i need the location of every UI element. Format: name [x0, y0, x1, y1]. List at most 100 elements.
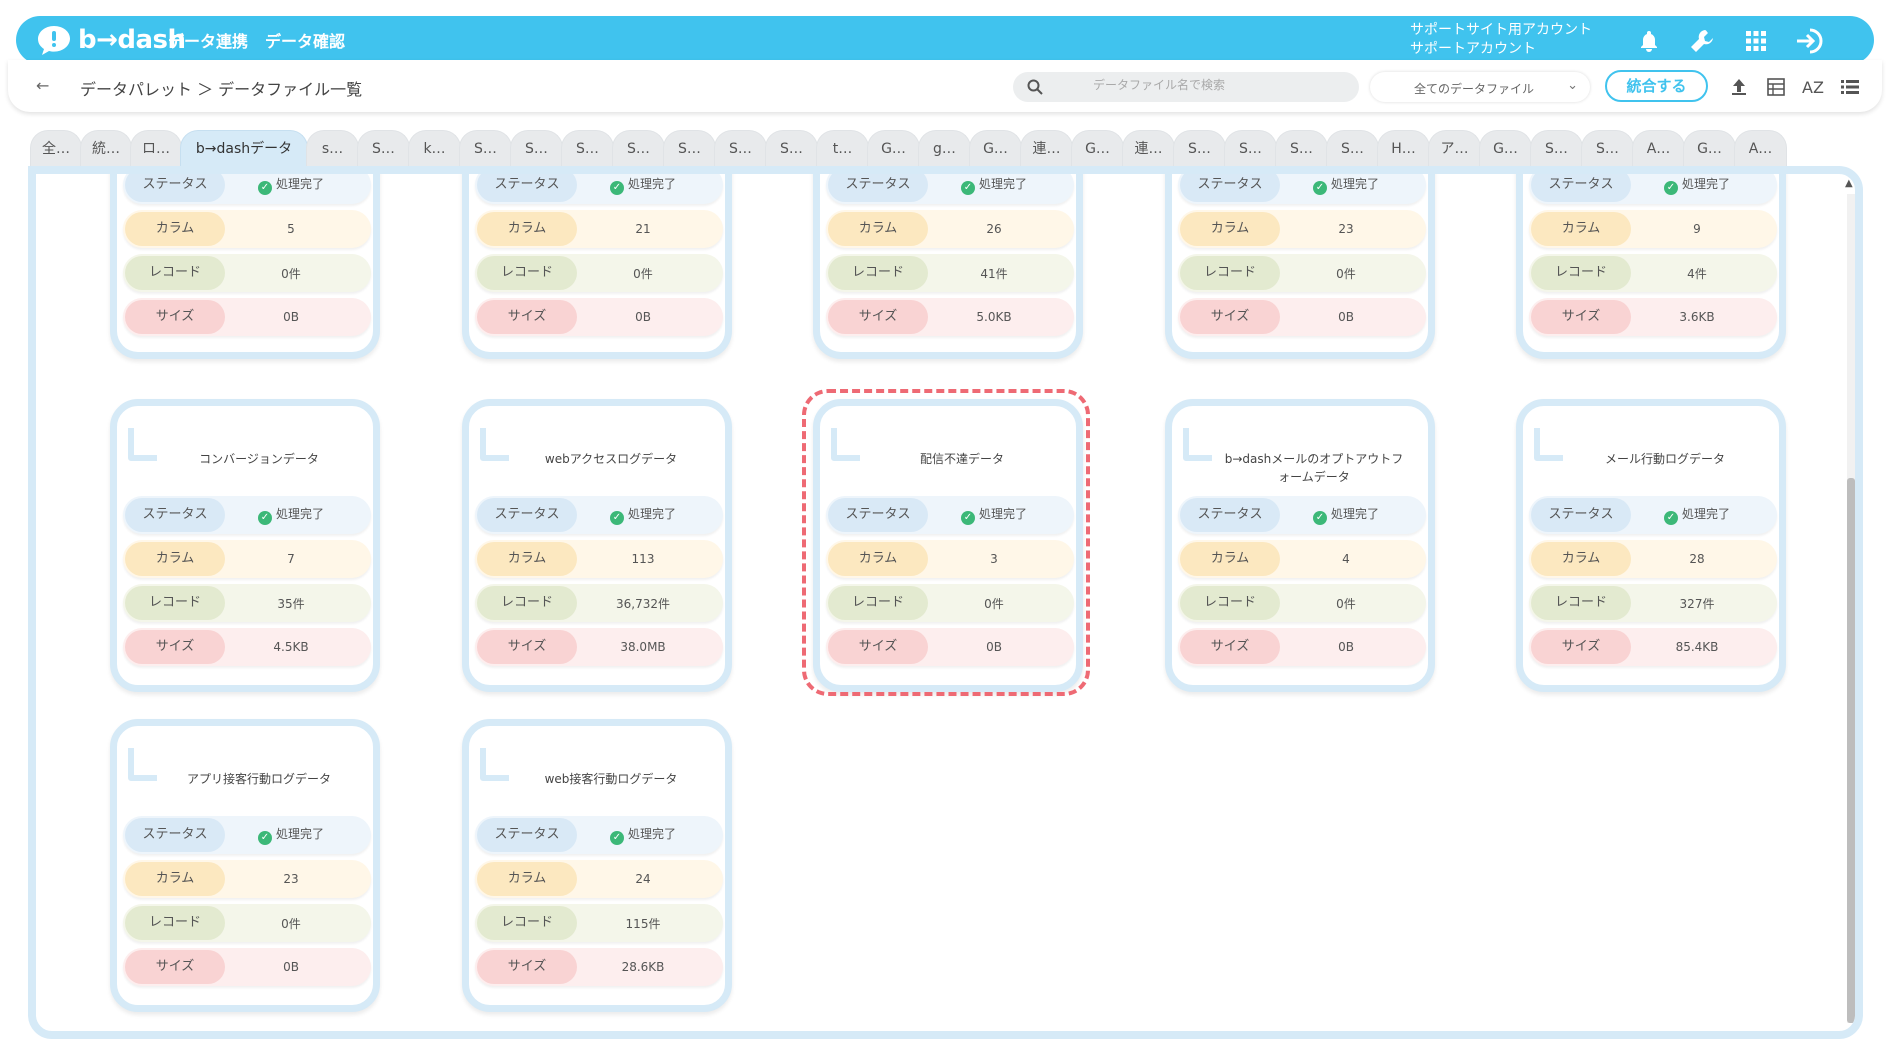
- tab-item[interactable]: 連…: [1122, 130, 1175, 166]
- merge-button[interactable]: 統合する: [1605, 70, 1708, 102]
- tab-item[interactable]: A…: [1734, 130, 1787, 166]
- stat-value-text: 0B: [283, 960, 299, 974]
- data-file-card[interactable]: b→dashメールのオプトアウトフォームデータステータス ✓ 処理完了 カラム 4 レコー…: [1165, 399, 1435, 692]
- stat-value-text: 0B: [283, 310, 299, 324]
- stat-label: カラム: [477, 212, 577, 246]
- stat-label: レコード: [1180, 256, 1280, 290]
- data-file-card[interactable]: アプリ接客行動ログデータ ステータス ✓ 処理完了 カラム 23 レコード 0件 サイズ 0B: [110, 719, 380, 1012]
- tab-item[interactable]: S…: [663, 130, 716, 166]
- stat-row: レコード 35件: [123, 584, 371, 622]
- tab-item[interactable]: S…: [1326, 130, 1379, 166]
- data-file-name[interactable]: コンバージョンデータ: [169, 450, 349, 468]
- tab-item[interactable]: 連…: [1020, 130, 1073, 166]
- account-info[interactable]: サポートサイト用アカウント サポートアカウント: [1410, 21, 1592, 59]
- tab-item[interactable]: b→dashデータ: [180, 130, 308, 166]
- az-sort-icon[interactable]: AZ: [1800, 74, 1826, 100]
- tab-item[interactable]: t…: [816, 130, 869, 166]
- tab-item[interactable]: ロ…: [130, 130, 182, 166]
- tab-item[interactable]: S…: [510, 130, 563, 166]
- apps-grid-icon[interactable]: [1741, 26, 1771, 56]
- tab-item[interactable]: A…: [1632, 130, 1685, 166]
- tab-item[interactable]: G…: [1683, 130, 1736, 166]
- bell-icon[interactable]: [1634, 26, 1664, 56]
- tab-item[interactable]: S…: [1581, 130, 1634, 166]
- scroll-up-icon[interactable]: ▲: [1845, 178, 1853, 189]
- data-file-card[interactable]: ステータス ✓ 処理完了 カラム 26 レコード 41件 サイズ 5.0KB: [813, 174, 1083, 359]
- tab-item[interactable]: S…: [1224, 130, 1277, 166]
- vertical-scrollbar[interactable]: ▲: [1843, 178, 1855, 1031]
- data-file-card[interactable]: ステータス ✓ 処理完了 カラム 5 レコード 0件 サイズ 0B: [110, 174, 380, 359]
- data-file-card[interactable]: webアクセスログデータ ステータス ✓ 処理完了 カラム 113 レコード 36,732件サ…: [462, 399, 732, 692]
- stat-label: レコード: [828, 256, 928, 290]
- search-box[interactable]: [1013, 72, 1359, 102]
- tab-item[interactable]: s…: [306, 130, 359, 166]
- card-stats: ステータス ✓ 処理完了 カラム 4 レコード 0件 サイズ 0B: [1178, 496, 1426, 672]
- search-input[interactable]: [1093, 78, 1343, 92]
- data-file-name[interactable]: アプリ接客行動ログデータ: [169, 770, 349, 788]
- tab-item[interactable]: G…: [867, 130, 920, 166]
- data-file-name[interactable]: web接客行動ログデータ: [521, 770, 701, 788]
- stat-value-text: 3.6KB: [1679, 310, 1715, 324]
- card-stats: ステータス ✓ 処理完了 カラム 5 レコード 0件 サイズ 0B: [123, 174, 371, 342]
- tab-item[interactable]: S…: [459, 130, 512, 166]
- tab-item[interactable]: k…: [408, 130, 461, 166]
- tab-item[interactable]: H…: [1377, 130, 1430, 166]
- data-file-card[interactable]: メール行動ログデータ ステータス ✓ 処理完了 カラム 28 レコード 327件 サイズ 85.4…: [1516, 399, 1786, 692]
- tab-item[interactable]: ア…: [1428, 130, 1481, 166]
- stat-row: レコード 36,732件: [475, 584, 723, 622]
- stat-value-text: 23: [1338, 222, 1354, 236]
- stat-value-text: 処理完了: [275, 177, 324, 191]
- stat-row: サイズ 0B: [123, 298, 371, 336]
- tab-item[interactable]: G…: [1071, 130, 1124, 166]
- tab-item[interactable]: S…: [765, 130, 818, 166]
- tab-item[interactable]: G…: [1479, 130, 1532, 166]
- stat-label: カラム: [125, 212, 225, 246]
- stat-value-text: 26: [986, 222, 1002, 236]
- logout-icon[interactable]: [1795, 26, 1825, 56]
- stat-row: ステータス ✓ 処理完了: [1178, 496, 1426, 534]
- stat-value-text: 4件: [1687, 266, 1707, 281]
- stat-label: ステータス: [1531, 174, 1631, 202]
- upload-icon[interactable]: [1726, 74, 1752, 100]
- data-file-card[interactable]: ステータス ✓ 処理完了 カラム 21 レコード 0件 サイズ 0B: [462, 174, 732, 359]
- stat-value: 0B: [1280, 310, 1426, 324]
- tab-item[interactable]: S…: [1275, 130, 1328, 166]
- stat-row: ステータス ✓ 処理完了: [123, 496, 371, 534]
- tab-item[interactable]: S…: [561, 130, 614, 166]
- stat-value-text: 5.0KB: [976, 310, 1012, 324]
- stat-value: ✓ 処理完了: [577, 825, 723, 845]
- stat-value-text: 処理完了: [978, 177, 1027, 191]
- file-filter-select[interactable]: 全てのデータファイル ⌄: [1370, 72, 1590, 102]
- nav-data-check[interactable]: データ確認: [265, 28, 345, 52]
- data-file-card[interactable]: web接客行動ログデータ ステータス ✓ 処理完了 カラム 24 レコード 115件 サイズ 28…: [462, 719, 732, 1012]
- file-icon: [479, 424, 515, 462]
- tab-item[interactable]: 統…: [80, 130, 132, 166]
- check-circle-icon: ✓: [257, 181, 272, 195]
- tab-item[interactable]: S…: [612, 130, 665, 166]
- tab-item[interactable]: 全…: [30, 130, 82, 166]
- table-view-icon[interactable]: [1763, 74, 1789, 100]
- tab-item[interactable]: g…: [918, 130, 971, 166]
- data-file-card[interactable]: ステータス ✓ 処理完了 カラム 9 レコード 4件 サイズ 3.6KB: [1516, 174, 1786, 359]
- tab-item[interactable]: G…: [969, 130, 1022, 166]
- nav-data-integration[interactable]: データ連携: [168, 28, 248, 52]
- data-file-card[interactable]: ステータス ✓ 処理完了 カラム 23 レコード 0件 サイズ 0B: [1165, 174, 1435, 359]
- data-file-name[interactable]: メール行動ログデータ: [1575, 450, 1755, 468]
- stat-value: 0件: [577, 265, 723, 282]
- tab-item[interactable]: S…: [1530, 130, 1583, 166]
- tab-item[interactable]: S…: [1173, 130, 1226, 166]
- stat-value-text: 28: [1689, 552, 1705, 566]
- stat-value-text: 4: [1342, 552, 1350, 566]
- stat-label: カラム: [828, 212, 928, 246]
- data-file-card[interactable]: コンバージョンデータ ステータス ✓ 処理完了 カラム 7 レコード 35件 サイズ 4.5KB: [110, 399, 380, 692]
- tab-item[interactable]: S…: [357, 130, 410, 166]
- wrench-icon[interactable]: [1687, 26, 1717, 56]
- stat-row: ステータス ✓ 処理完了: [826, 174, 1074, 204]
- back-arrow-icon[interactable]: ←: [36, 76, 49, 95]
- data-file-name[interactable]: webアクセスログデータ: [521, 450, 701, 468]
- scroll-thumb[interactable]: [1847, 478, 1855, 1023]
- logo[interactable]: b→dash: [36, 22, 186, 58]
- list-view-icon[interactable]: [1837, 74, 1863, 100]
- tab-item[interactable]: S…: [714, 130, 767, 166]
- data-file-name[interactable]: b→dashメールのオプトアウトフォームデータ: [1224, 450, 1404, 486]
